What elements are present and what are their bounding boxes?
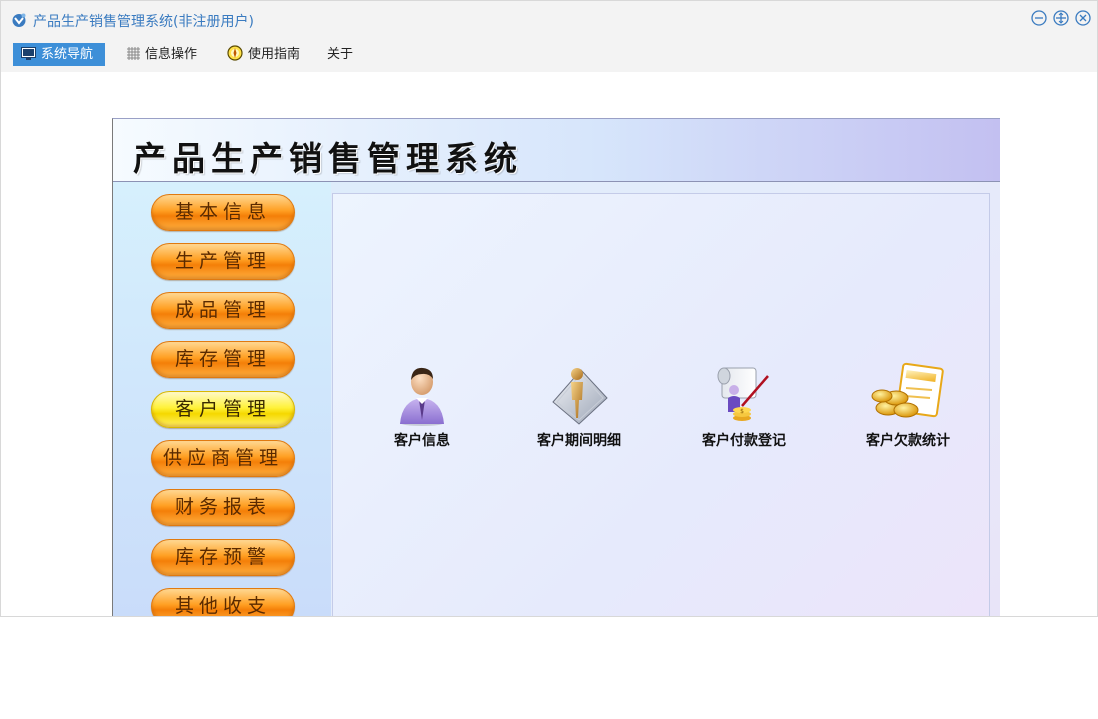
menu-info-operation[interactable]: 信息操作 <box>119 43 205 66</box>
banner: 产品生产销售管理系统 <box>113 119 1000 182</box>
svg-text:$: $ <box>740 408 744 415</box>
menu-label: 使用指南 <box>248 47 301 62</box>
sidebar-item-customers[interactable]: 客户管理 <box>151 391 295 428</box>
tool-customer-payment-register[interactable]: $ 客户付款登记 <box>684 362 804 450</box>
content-area: 产品生产销售管理系统 基本信息 生产管理 成品管理 库存管理 客户管理 供应商管… <box>1 72 1097 616</box>
customer-period-detail-icon <box>552 368 608 425</box>
sidebar-item-basic-info[interactable]: 基本信息 <box>151 194 295 231</box>
menu-system-navigation[interactable]: 系统导航 <box>13 43 105 66</box>
sidebar-item-stock-alert[interactable]: 库存预警 <box>151 539 295 576</box>
sidebar-item-inventory[interactable]: 库存管理 <box>151 341 295 378</box>
tool-label: 客户付款登记 <box>702 433 786 449</box>
sidebar-item-other-income[interactable]: 其他收支 <box>151 588 295 616</box>
tool-label: 客户期间明细 <box>537 433 621 449</box>
debt-statistics-icon <box>871 362 944 418</box>
sidebar-item-production[interactable]: 生产管理 <box>151 243 295 280</box>
menu-about[interactable]: 关于 <box>319 43 361 66</box>
tool-customer-period-detail[interactable]: 客户期间明细 <box>519 362 639 450</box>
menu-label: 关于 <box>327 47 354 62</box>
customer-person-icon <box>400 367 444 426</box>
monitor-icon <box>21 46 36 60</box>
banner-title: 产品生产销售管理系统 <box>133 139 523 178</box>
menu-user-guide[interactable]: 使用指南 <box>219 43 308 66</box>
title-bar: 产品生产销售管理系统(非注册用户) <box>1 1 1097 39</box>
compass-icon <box>227 45 243 61</box>
menu-bar: 系统导航 信息操作 使用指南 关于 <box>1 39 1097 72</box>
tool-customer-debt-statistics[interactable]: 客户欠款统计 <box>848 362 968 450</box>
minimize-icon[interactable] <box>1031 10 1047 26</box>
menu-label: 系统导航 <box>41 47 94 62</box>
sidebar-item-finished-goods[interactable]: 成品管理 <box>151 292 295 329</box>
maximize-icon[interactable] <box>1053 10 1069 26</box>
tool-customer-info[interactable]: 客户信息 <box>362 362 482 450</box>
app-window: 产品生产销售管理系统(非注册用户) 系统导航 信息操作 使用指南 关于 产品生产… <box>0 0 1098 617</box>
menu-label: 信息操作 <box>145 47 198 62</box>
payment-register-icon: $ <box>717 367 769 421</box>
tools-panel: 客户信息 客户期间明细 $ 客户付款登记 客户欠款统计 <box>332 193 990 616</box>
tool-label: 客户信息 <box>394 433 450 449</box>
app-logo-icon <box>12 13 26 27</box>
app-frame: 产品生产销售管理系统 基本信息 生产管理 成品管理 库存管理 客户管理 供应商管… <box>112 118 1000 616</box>
sidebar-item-financial-reports[interactable]: 财务报表 <box>151 489 295 526</box>
tool-label: 客户欠款统计 <box>866 433 950 449</box>
close-icon[interactable] <box>1075 10 1091 26</box>
window-title: 产品生产销售管理系统(非注册用户) <box>33 14 254 30</box>
sidebar-item-suppliers[interactable]: 供应商管理 <box>151 440 295 477</box>
grid-icon <box>127 46 140 60</box>
sidebar: 基本信息 生产管理 成品管理 库存管理 客户管理 供应商管理 财务报表 库存预警… <box>113 182 331 616</box>
